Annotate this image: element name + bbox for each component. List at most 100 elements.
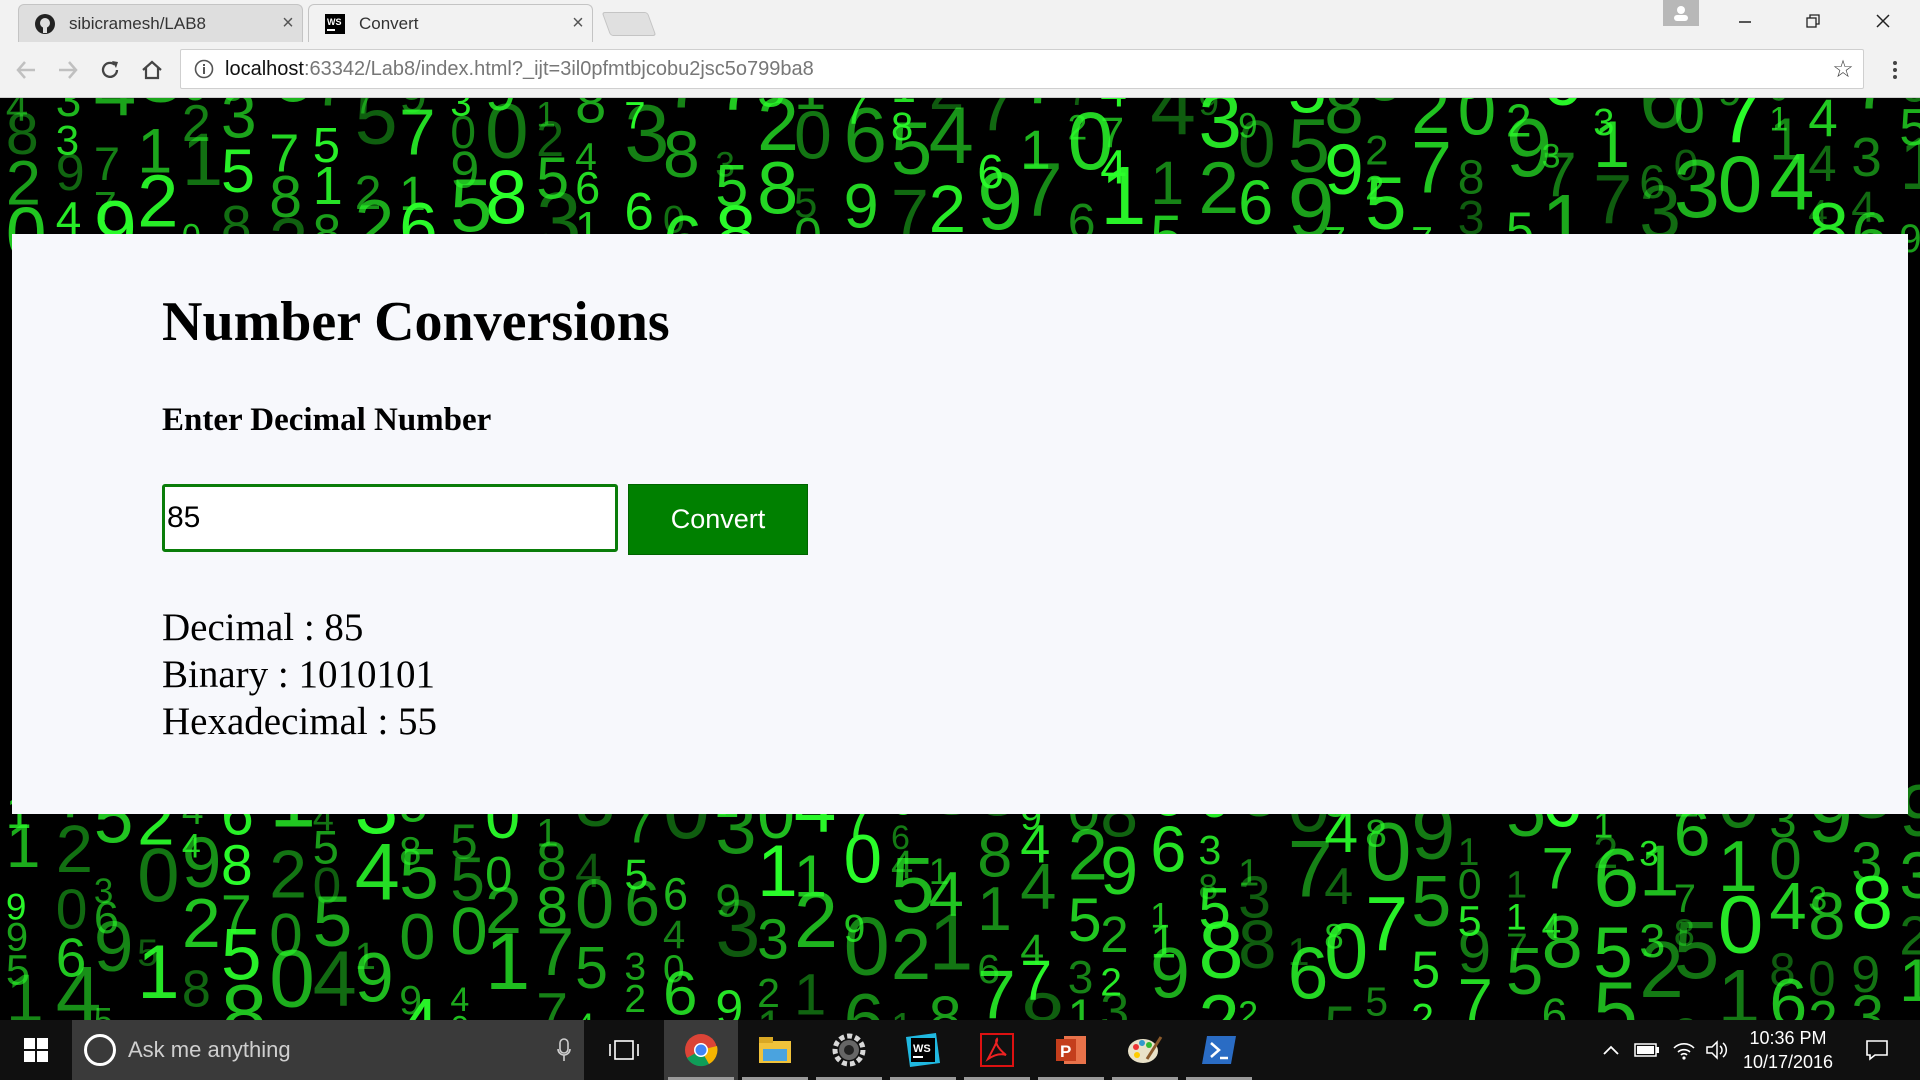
svg-text:2: 2: [1199, 148, 1240, 229]
svg-text:1: 1: [1718, 955, 1760, 1020]
task-view-icon[interactable]: [600, 1020, 648, 1080]
system-clock[interactable]: 10:36 PM 10/17/2016: [1730, 1026, 1846, 1074]
close-tab-icon[interactable]: ×: [274, 12, 302, 35]
powerpoint-icon[interactable]: P: [1034, 1020, 1108, 1080]
svg-text:5: 5: [1506, 934, 1543, 1009]
svg-text:8: 8: [663, 117, 700, 191]
back-arrow-icon[interactable]: [6, 50, 46, 90]
tab-github[interactable]: sibicramesh/LAB8 ×: [18, 4, 303, 42]
tab-convert[interactable]: WS Convert ×: [308, 4, 593, 42]
svg-text:0: 0: [1718, 140, 1763, 229]
profile-icon[interactable]: [1663, 0, 1699, 26]
browser-tab-bar: sibicramesh/LAB8 × WS Convert ×: [0, 0, 1920, 42]
hexadecimal-result: Hexadecimal : 55: [162, 700, 438, 743]
page-viewport: 4820119951339472064477953695812620510210…: [0, 98, 1920, 1020]
svg-text:4: 4: [1150, 98, 1196, 152]
svg-text:6: 6: [844, 980, 885, 1020]
svg-text:2: 2: [624, 978, 646, 1020]
volume-icon[interactable]: [1702, 1020, 1732, 1080]
svg-text:4: 4: [1020, 850, 1056, 923]
svg-text:1: 1: [1068, 989, 1094, 1020]
reload-icon[interactable]: [90, 50, 130, 90]
svg-text:2: 2: [137, 159, 178, 242]
show-hidden-icons-chevron-icon[interactable]: [1596, 1020, 1626, 1080]
svg-text:7: 7: [313, 98, 350, 120]
page-title: Number Conversions: [162, 291, 670, 353]
file-explorer-icon[interactable]: [738, 1020, 812, 1080]
svg-text:1: 1: [6, 812, 40, 881]
paint-icon[interactable]: [1108, 1020, 1182, 1080]
svg-text:3: 3: [1199, 827, 1222, 873]
svg-text:2: 2: [891, 915, 931, 995]
svg-text:6: 6: [1593, 831, 1639, 924]
input-label: Enter Decimal Number: [162, 402, 492, 438]
svg-text:7: 7: [1411, 127, 1452, 208]
convert-button[interactable]: Convert: [628, 484, 808, 555]
cortana-search-box[interactable]: Ask me anything: [72, 1020, 584, 1080]
svg-text:2: 2: [1808, 991, 1837, 1020]
svg-text:8: 8: [1808, 879, 1845, 954]
acrobat-icon[interactable]: [960, 1020, 1034, 1080]
svg-text:0: 0: [269, 934, 315, 1020]
svg-text:9: 9: [1100, 833, 1138, 909]
new-tab-button[interactable]: [601, 12, 657, 36]
svg-text:9: 9: [715, 980, 743, 1020]
wifi-icon[interactable]: [1668, 1020, 1700, 1080]
svg-text:7: 7: [1593, 160, 1632, 238]
webstorm-icon[interactable]: WS: [886, 1020, 960, 1080]
svg-text:5: 5: [355, 98, 398, 161]
svg-text:3: 3: [715, 884, 760, 974]
forward-arrow-icon[interactable]: [48, 50, 88, 90]
menu-icon[interactable]: [1880, 50, 1910, 90]
svg-text:0: 0: [844, 900, 890, 993]
svg-text:7: 7: [536, 981, 568, 1020]
url-path: :63342/Lab8/index.html?_ijt=3il0pfmtbjco…: [303, 57, 814, 80]
svg-text:0: 0: [137, 833, 179, 918]
svg-text:0: 0: [1674, 98, 1705, 145]
svg-text:6: 6: [844, 98, 887, 178]
close-window-icon[interactable]: [1848, 0, 1918, 42]
svg-text:8: 8: [929, 984, 962, 1020]
svg-text:3: 3: [1899, 838, 1920, 912]
restore-icon[interactable]: [1778, 0, 1848, 42]
microphone-icon[interactable]: [544, 1038, 584, 1062]
svg-text:1: 1: [6, 961, 44, 1021]
svg-text:7: 7: [715, 98, 758, 127]
svg-text:9: 9: [844, 171, 879, 241]
windows-start-icon[interactable]: [0, 1020, 72, 1080]
svg-text:3: 3: [1851, 984, 1884, 1021]
svg-text:8: 8: [485, 156, 527, 241]
close-tab-icon[interactable]: ×: [564, 12, 592, 35]
powershell-icon[interactable]: [1182, 1020, 1256, 1080]
github-icon: [33, 12, 57, 36]
svg-text:6: 6: [1542, 98, 1583, 121]
minimize-icon[interactable]: [1710, 0, 1780, 42]
decimal-number-input[interactable]: [162, 484, 618, 552]
svg-text:7: 7: [1458, 967, 1493, 1020]
svg-text:3: 3: [1674, 142, 1720, 235]
settings-gear-icon[interactable]: [812, 1020, 886, 1080]
chrome-icon[interactable]: [664, 1020, 738, 1080]
svg-text:4: 4: [355, 828, 400, 918]
tab-title: sibicramesh/LAB8: [69, 13, 207, 33]
svg-text:9: 9: [1365, 98, 1407, 117]
home-icon[interactable]: [132, 50, 172, 90]
svg-text:4: 4: [313, 934, 357, 1020]
clock-date: 10/17/2016: [1742, 1052, 1834, 1072]
svg-text:5: 5: [1411, 941, 1440, 999]
svg-text:6: 6: [1542, 988, 1568, 1020]
url-text[interactable]: localhost:63342/Lab8/index.html?_ijt=3il…: [225, 58, 1823, 81]
svg-text:5: 5: [1068, 886, 1102, 954]
action-center-icon[interactable]: [1852, 1020, 1902, 1080]
battery-icon[interactable]: [1630, 1020, 1664, 1080]
address-bar[interactable]: localhost:63342/Lab8/index.html?_ijt=3il…: [180, 49, 1864, 89]
svg-text:7: 7: [1542, 837, 1574, 902]
bookmark-star-icon[interactable]: ☆: [1823, 55, 1863, 84]
svg-text:1: 1: [929, 897, 974, 986]
svg-text:4: 4: [94, 98, 136, 133]
svg-text:1: 1: [891, 1006, 913, 1020]
svg-text:5: 5: [94, 1001, 113, 1020]
svg-text:5: 5: [1365, 979, 1388, 1020]
info-icon[interactable]: [193, 58, 215, 80]
svg-text:5: 5: [1593, 966, 1638, 1020]
